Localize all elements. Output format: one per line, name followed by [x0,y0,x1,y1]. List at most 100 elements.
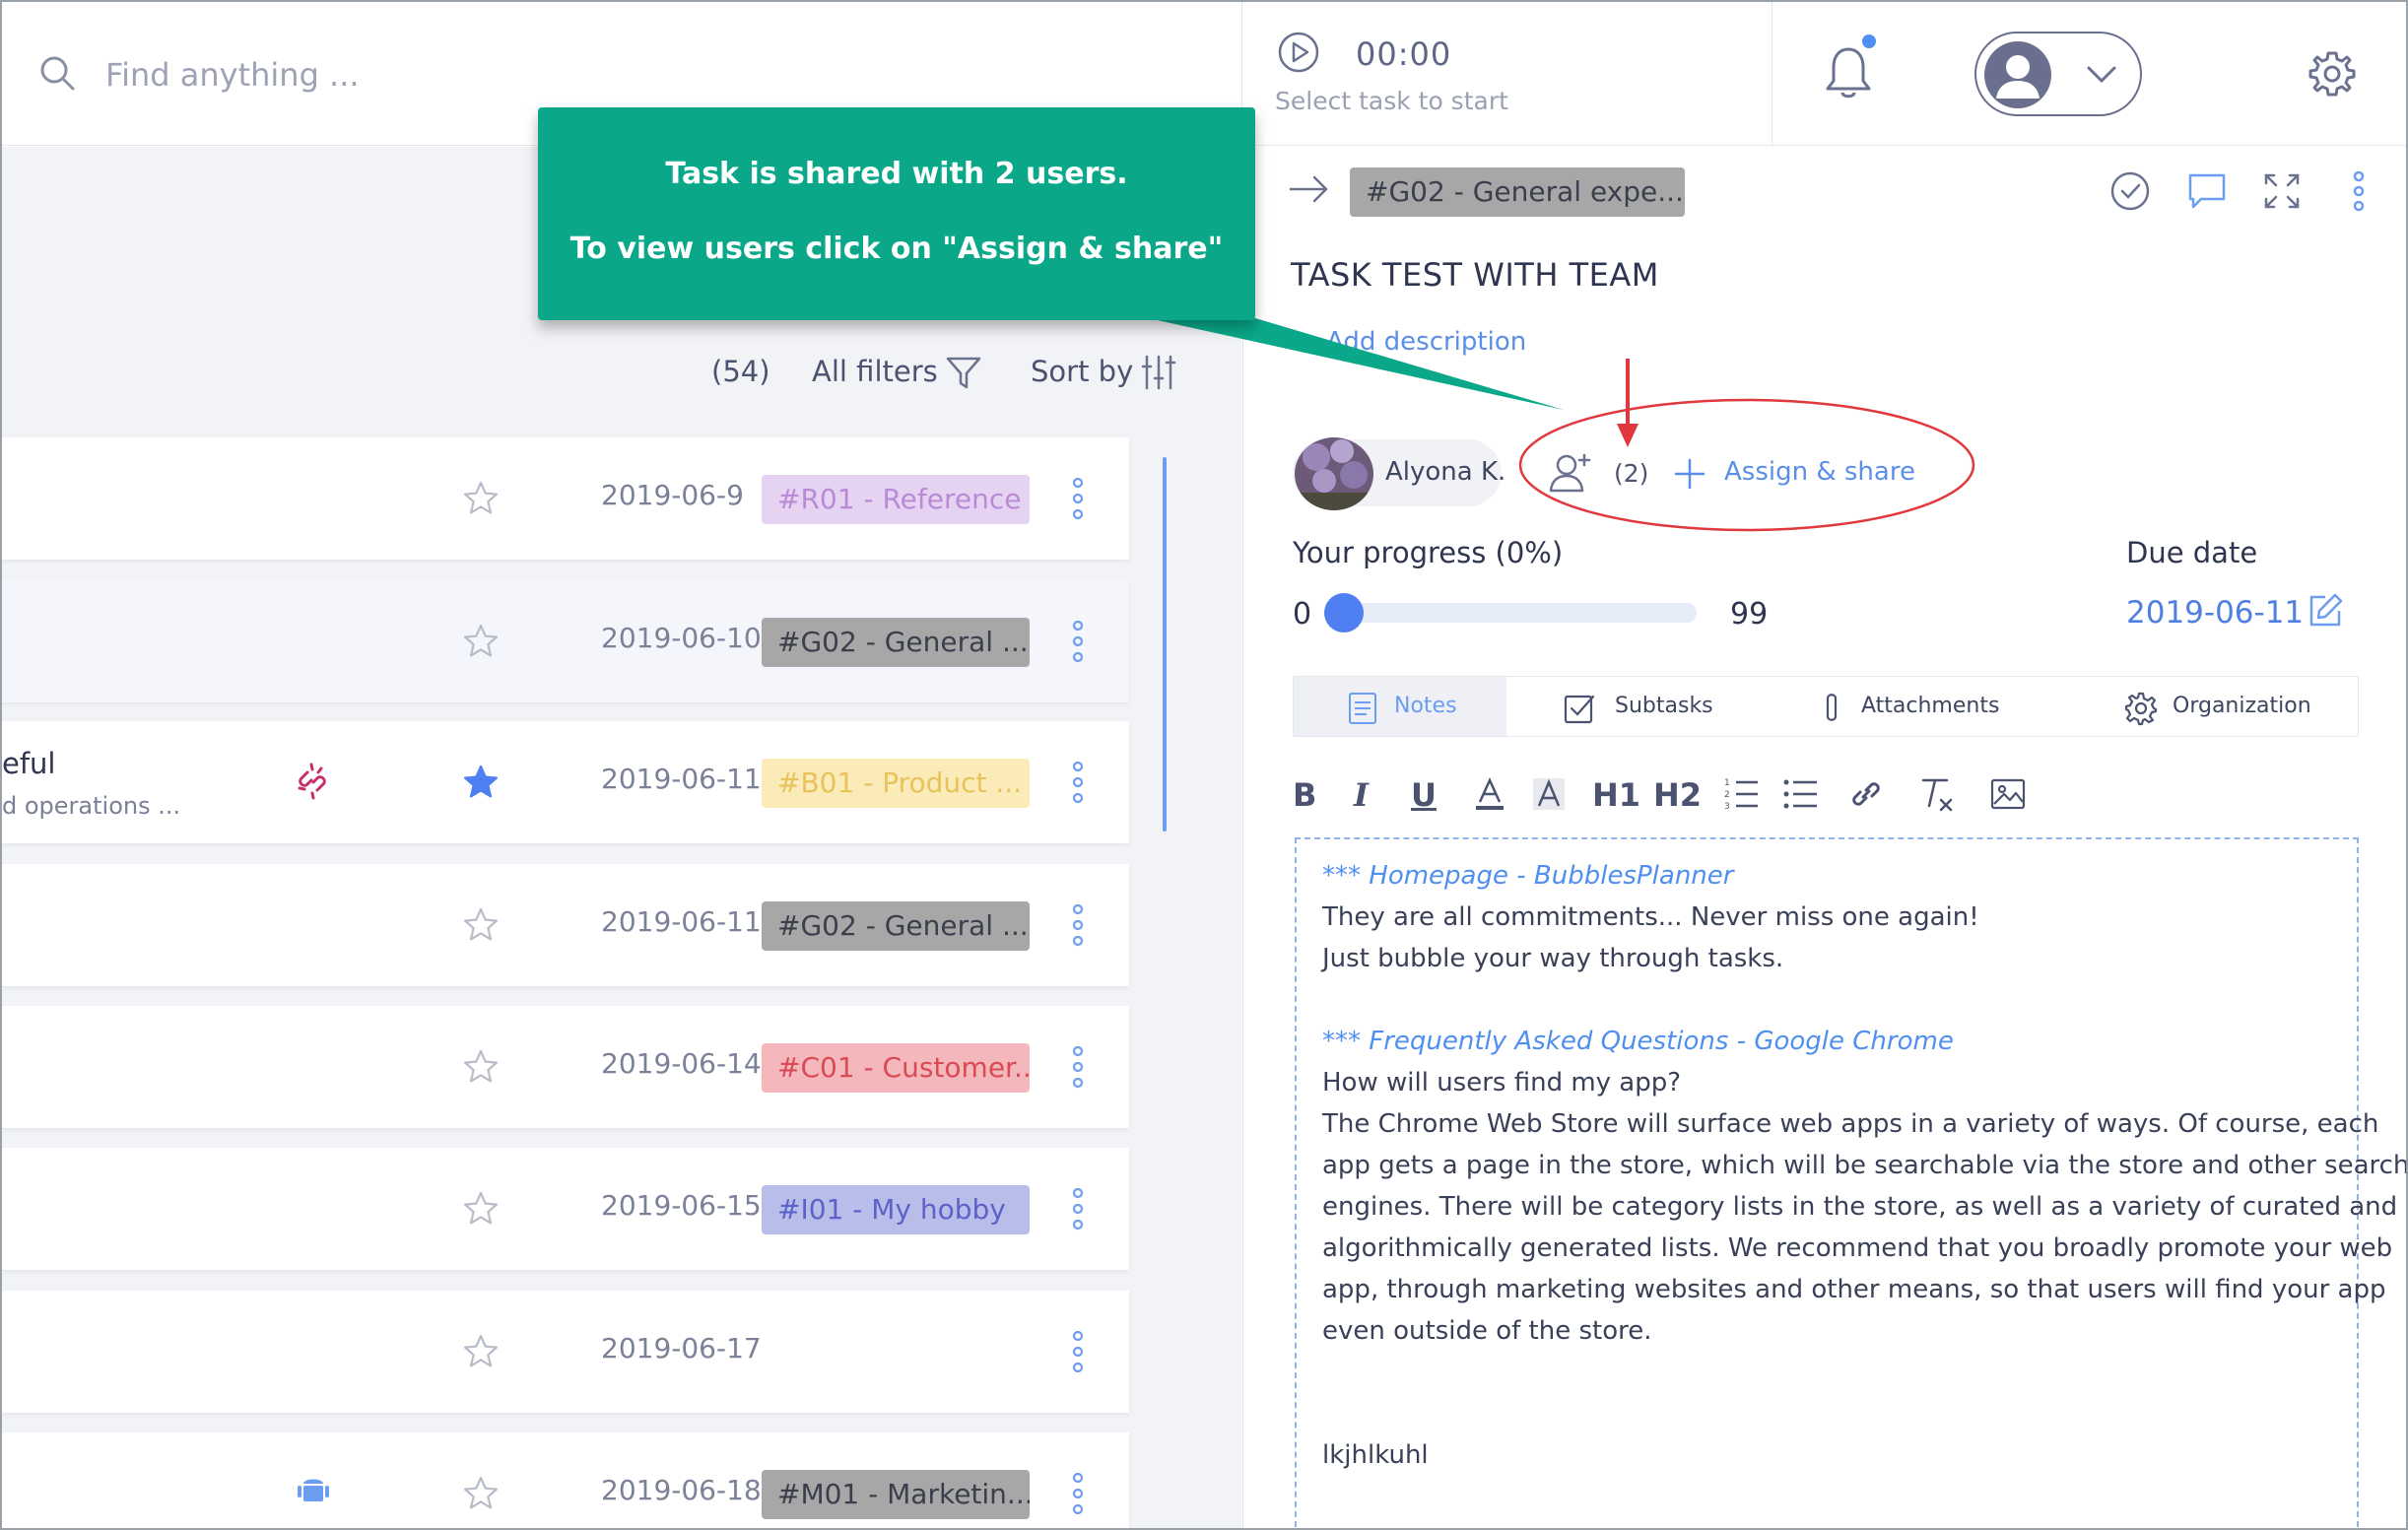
progress-slider[interactable] [1330,603,1697,623]
clear-format-icon[interactable] [1917,774,1957,814]
play-icon[interactable] [1277,31,1320,74]
table-row[interactable]: 2019-06-18 #M01 - Marketin... [2,1432,1129,1528]
more-vertical-icon[interactable] [1066,475,1090,522]
star-icon[interactable] [461,479,501,518]
table-row[interactable]: 2019-06-14 #C01 - Customer... [2,1006,1129,1128]
table-row[interactable]: 2019-06-11 #G02 - General ... [2,864,1129,986]
table-row[interactable]: 2019-06-15 #I01 - My hobby [2,1148,1129,1270]
row-tag[interactable]: #M01 - Marketin... [762,1470,1030,1519]
due-date-value[interactable]: 2019-06-11 [2126,595,2304,631]
assign-share-button[interactable]: Assign & share [1724,457,1915,487]
note-link[interactable]: *** Homepage - BubblesPlanner [1322,861,1733,891]
notes-editor[interactable]: *** Homepage - BubblesPlanner They are al… [1295,837,2406,1528]
highlight-color-icon[interactable] [1529,774,1569,814]
star-icon[interactable] [461,905,501,945]
star-icon[interactable] [461,1189,501,1229]
task-title[interactable]: TASK TEST WITH TEAM [1291,256,1659,294]
svg-text:2: 2 [1724,790,1730,800]
tab-attachments[interactable]: Attachments [1778,677,2078,736]
heading1-button[interactable]: H1 [1592,776,1640,814]
row-date: 2019-06-18 [601,1474,762,1506]
note-line: engines. There will be category lists in… [1322,1192,2398,1222]
row-tag[interactable]: #C01 - Customer... [762,1043,1030,1093]
task-category-tag[interactable]: #G02 - General expe... [1350,167,1685,217]
more-vertical-icon[interactable] [1066,1328,1090,1375]
link-icon[interactable] [1846,774,1886,814]
filter-icon[interactable] [944,353,983,392]
star-icon[interactable] [461,1047,501,1087]
android-icon [298,1479,329,1501]
bold-button[interactable]: B [1293,776,1316,814]
more-vertical-icon[interactable] [1066,901,1090,949]
table-row[interactable]: 2019-06-10 #G02 - General ... [2,580,1129,702]
sort-sliders-icon[interactable] [1139,353,1178,392]
arrow-right-icon[interactable] [1287,169,1332,209]
note-line: app, through marketing websites and othe… [1322,1275,2386,1304]
table-row[interactable]: eful d operations ... 2019-06-11 #B01 - Pro… [2,721,1129,843]
table-row[interactable]: 2019-06-9 #R01 - Reference [2,437,1129,560]
more-vertical-icon[interactable] [1066,618,1090,665]
table-row[interactable]: 2019-06-17 [2,1291,1129,1413]
search-input[interactable] [105,51,697,99]
chevron-down-icon [2087,66,2116,84]
note-line: The Chrome Web Store will surface web ap… [1322,1109,2379,1139]
user-menu[interactable] [1974,32,2142,116]
ordered-list-icon[interactable]: 1 2 3 [1722,774,1762,814]
comment-icon[interactable] [2185,169,2229,213]
row-date: 2019-06-14 [601,1047,762,1080]
row-date: 2019-06-17 [601,1332,762,1364]
underline-button[interactable]: U [1411,776,1437,814]
avatar [1984,41,2051,108]
star-icon[interactable] [461,763,501,802]
row-tag[interactable]: #G02 - General ... [762,618,1030,667]
tab-organization[interactable]: Organization [2078,677,2358,736]
list-scrollbar[interactable] [1163,457,1167,832]
bell-icon[interactable] [1821,41,1876,102]
plus-icon[interactable] [1673,457,1706,491]
gear-icon[interactable] [2308,49,2357,99]
app-window: 00:00 Select task to start [0,0,2408,1530]
callout-text: Task is shared with 2 users. [665,157,1128,191]
edit-icon[interactable] [2306,591,2345,631]
row-tag[interactable]: #G02 - General ... [762,901,1030,951]
progress-slider-handle[interactable] [1324,593,1364,632]
add-user-icon[interactable] [1547,449,1594,495]
italic-button[interactable]: I [1354,776,1369,814]
shared-users-count[interactable]: (2) [1614,459,1648,488]
row-date: 2019-06-9 [601,479,744,511]
star-icon[interactable] [461,1332,501,1371]
all-filters-button[interactable]: All filters [812,355,938,388]
star-icon[interactable] [461,622,501,661]
expand-icon[interactable] [2260,169,2304,213]
sort-by-button[interactable]: Sort by [1031,355,1133,388]
heading2-button[interactable]: H2 [1653,776,1702,814]
note-line: They are all commitments... Never miss o… [1322,902,1979,932]
more-vertical-icon[interactable] [1066,1470,1090,1517]
paperclip-icon [1826,694,1838,721]
row-tag[interactable]: #R01 - Reference [762,475,1030,524]
assignee-name: Alyona K. [1385,457,1506,487]
more-vertical-icon[interactable] [1066,1043,1090,1091]
note-link[interactable]: *** Frequently Asked Questions - Google … [1322,1027,1954,1056]
row-title: eful [2,747,56,780]
row-tag[interactable]: #B01 - Product ... [762,759,1030,808]
row-date: 2019-06-11 [601,905,762,938]
notes-icon [1349,693,1376,724]
search-icon[interactable] [37,53,77,93]
row-date: 2019-06-15 [601,1189,762,1222]
tab-subtasks[interactable]: Subtasks [1506,677,1778,736]
bullet-list-icon[interactable] [1781,774,1821,814]
check-circle-icon[interactable] [2108,169,2152,213]
tab-notes[interactable]: Notes [1294,677,1506,736]
more-vertical-icon[interactable] [2337,169,2380,213]
text-color-icon[interactable] [1470,774,1509,814]
more-vertical-icon[interactable] [1066,1185,1090,1232]
broken-link-icon[interactable] [292,761,333,802]
more-vertical-icon[interactable] [1066,759,1090,806]
star-icon[interactable] [461,1474,501,1513]
note-line: even outside of the store. [1322,1316,1652,1346]
add-description-link[interactable]: + Add description [1297,327,1526,357]
image-icon[interactable] [1988,774,2028,814]
svg-text:3: 3 [1724,802,1730,812]
row-tag[interactable]: #I01 - My hobby [762,1185,1030,1234]
